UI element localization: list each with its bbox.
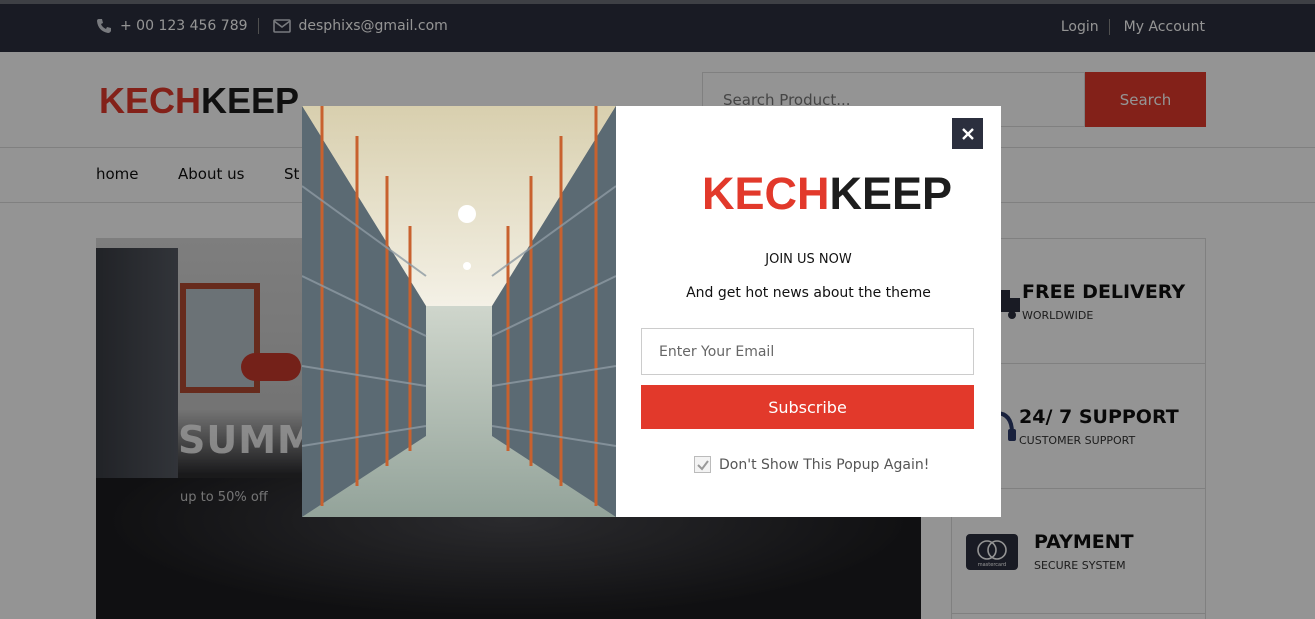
warehouse-image [302, 106, 616, 517]
close-icon [961, 127, 974, 140]
newsletter-popup: KECHKEEP JOIN US NOW And get hot news ab… [302, 106, 1001, 517]
dont-show-label: Don't Show This Popup Again! [719, 456, 930, 473]
popup-logo-red: KECH [702, 168, 830, 219]
dont-show-option[interactable]: Don't Show This Popup Again! [694, 456, 929, 473]
popup-logo-black: KEEP [829, 168, 953, 219]
subscribe-button[interactable]: Subscribe [641, 385, 974, 429]
dont-show-checkbox[interactable] [694, 456, 711, 473]
popup-heading: JOIN US NOW [765, 252, 852, 267]
email-field[interactable]: Enter Your Email [641, 328, 974, 375]
popup-tagline: And get hot news about the theme [686, 285, 931, 301]
close-button[interactable] [952, 118, 983, 149]
checkmark-icon [696, 459, 709, 471]
popup-logo: KECHKEEP [702, 168, 952, 220]
